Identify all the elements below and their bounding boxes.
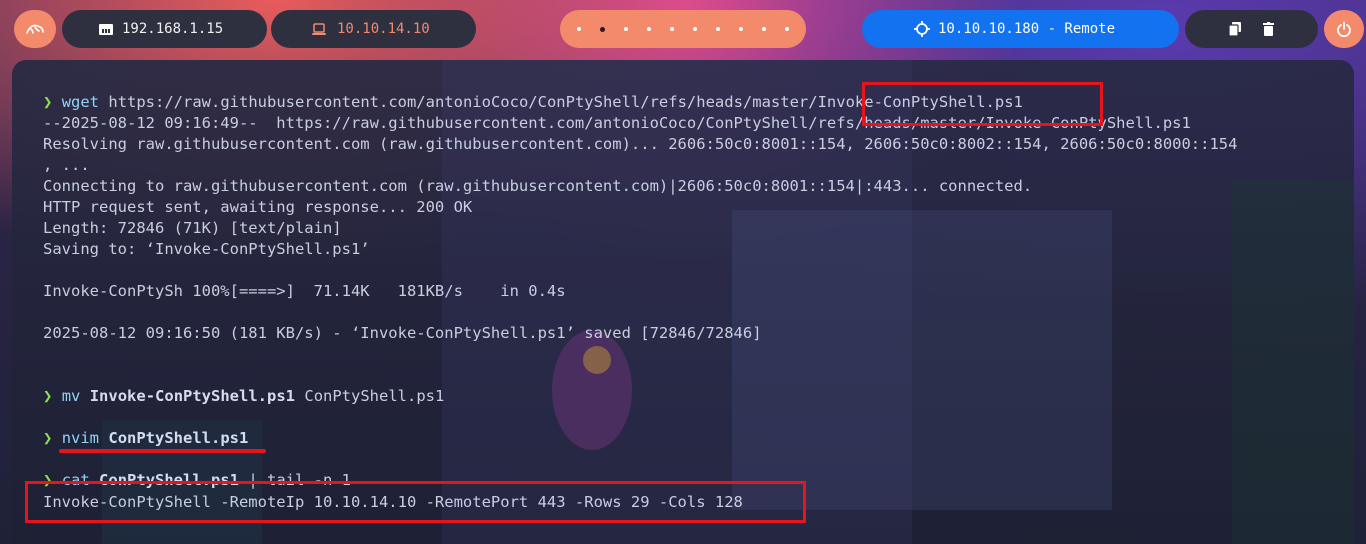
command-name: nvim: [61, 429, 100, 447]
top-status-bar: 192.168.1.15 10.10.14.10 10.10.10.180 - …: [0, 0, 1366, 58]
workspace-dot[interactable]: [716, 27, 720, 31]
output-line: Saving to: ‘Invoke-ConPtyShell.ps1’: [43, 240, 370, 258]
workspace-dot[interactable]: [739, 27, 743, 31]
command-name: mv: [61, 387, 81, 405]
command-line-mv: ❯ mv Invoke-ConPtyShell.ps1 ConPtyShell.…: [43, 386, 444, 407]
workspace-dot[interactable]: [670, 27, 674, 31]
output-line: Resolving raw.githubusercontent.com (raw…: [43, 135, 1238, 153]
crosshair-icon: [914, 21, 930, 37]
laptop-icon: [312, 23, 326, 35]
prompt-symbol: ❯: [43, 93, 53, 111]
local-ip-text: 192.168.1.15: [122, 21, 224, 37]
command-argument: ConPtyShell.ps1: [304, 387, 445, 405]
kali-menu-button[interactable]: [14, 10, 56, 48]
prompt-symbol: ❯: [43, 429, 53, 447]
local-ip-widget[interactable]: 192.168.1.15: [62, 10, 267, 48]
red-underline-annotation: [59, 449, 266, 453]
workspace-dot[interactable]: [577, 27, 581, 31]
red-box-result-annotation: [25, 481, 806, 523]
target-widget[interactable]: 10.10.10.180 - Remote: [862, 10, 1179, 48]
workspace-dot[interactable]: [762, 27, 766, 31]
ethernet-icon: [99, 24, 113, 35]
output-line: , ...: [43, 156, 90, 174]
output-line: Connecting to raw.githubusercontent.com …: [43, 177, 1033, 195]
kali-dragon-icon: [26, 24, 44, 34]
tray-widget: [1185, 10, 1318, 48]
power-icon: [1337, 21, 1351, 37]
target-text: 10.10.10.180 - Remote: [938, 21, 1116, 37]
command-argument: ConPtyShell.ps1: [108, 429, 249, 447]
workspace-dot[interactable]: [693, 27, 697, 31]
workspace-dot[interactable]: [647, 27, 651, 31]
trash-icon[interactable]: [1263, 22, 1274, 36]
prompt-symbol: ❯: [43, 387, 53, 405]
output-line: 2025-08-12 09:16:50 (181 KB/s) - ‘Invoke…: [43, 324, 762, 342]
workspace-dot[interactable]: [785, 27, 789, 31]
command-argument: Invoke-ConPtyShell.ps1: [89, 387, 296, 405]
power-button[interactable]: [1324, 10, 1364, 48]
red-box-filename-annotation: [862, 82, 1103, 126]
command-line-nvim: ❯ nvim ConPtyShell.ps1: [43, 428, 248, 449]
output-line: HTTP request sent, awaiting response... …: [43, 198, 473, 216]
output-line: Length: 72846 (71K) [text/plain]: [43, 219, 342, 237]
output-line: Invoke-ConPtySh 100%[====>] 71.14K 181KB…: [43, 282, 566, 300]
command-name: wget: [61, 93, 100, 111]
vpn-ip-widget[interactable]: 10.10.14.10: [271, 10, 476, 48]
workspace-dot[interactable]: [624, 27, 628, 31]
workspace-switcher[interactable]: [560, 10, 806, 48]
vpn-ip-text: 10.10.14.10: [337, 21, 430, 37]
terminal-window[interactable]: ❯ wget https://raw.githubusercontent.com…: [12, 60, 1354, 544]
copy-icon[interactable]: [1229, 22, 1241, 36]
workspace-dot[interactable]: [600, 26, 605, 32]
